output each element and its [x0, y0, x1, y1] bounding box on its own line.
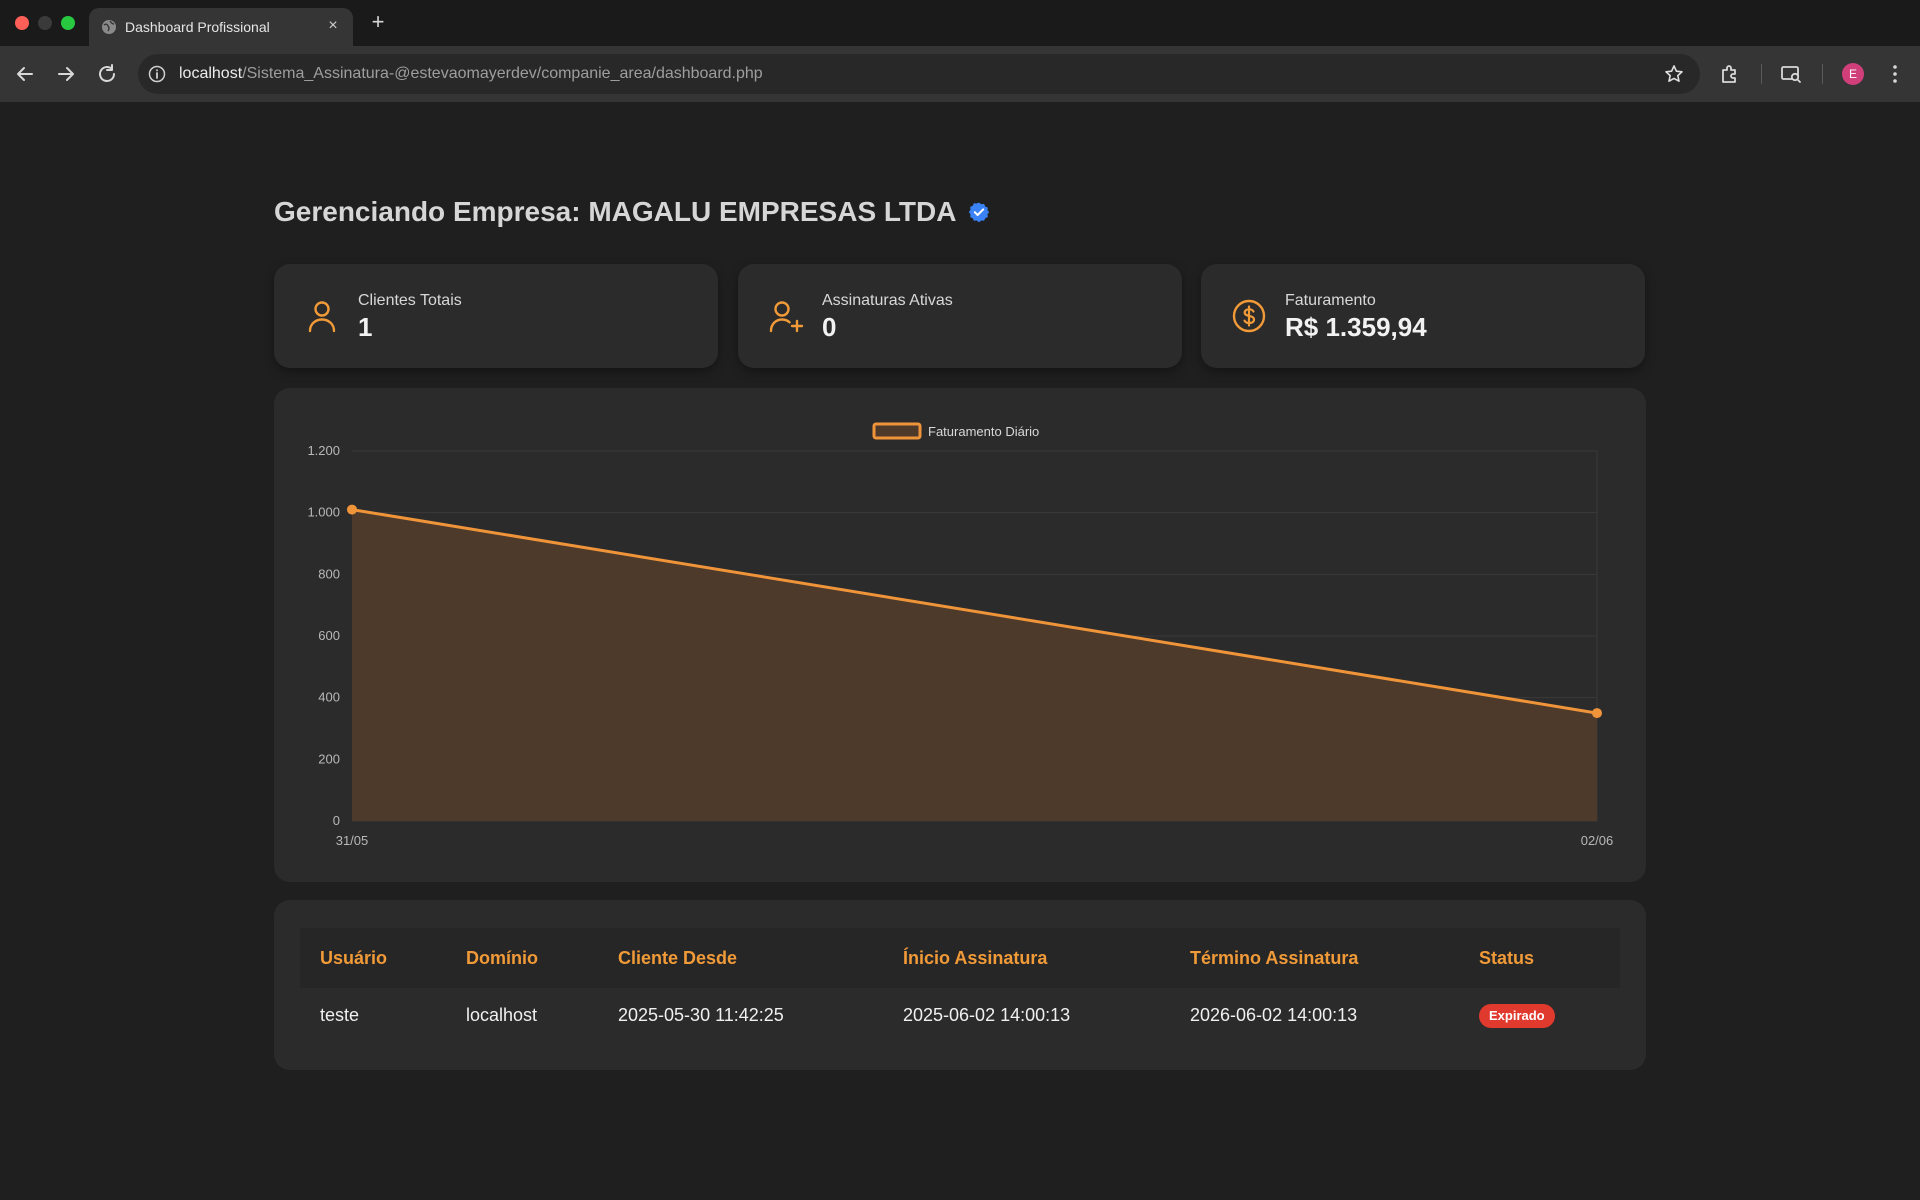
y-tick-label: 1.000: [307, 505, 340, 520]
extensions-puzzle-icon[interactable]: [1718, 62, 1742, 86]
subscriptions-table-card: Usuário Domínio Cliente Desde Ínicio Ass…: [274, 900, 1646, 1070]
revenue-chart: 0 200 400 600 800 1.000 1.200 31/05 02/06 Faturam…: [307, 422, 1614, 848]
tab-close-icon[interactable]: ×: [323, 16, 343, 36]
x-tick-label: 02/06: [1581, 833, 1614, 848]
bookmark-star-icon[interactable]: [1664, 64, 1684, 84]
column-header-status[interactable]: Status: [1479, 948, 1534, 969]
reload-icon[interactable]: [95, 62, 119, 86]
series-area: [352, 509, 1597, 821]
cell-dominio: localhost: [466, 1005, 538, 1025]
legend-label: Faturamento Diário: [928, 424, 1039, 439]
y-tick-label: 0: [333, 813, 340, 828]
toolbar-separator: [1822, 64, 1823, 84]
cell-usuario: teste: [320, 1005, 360, 1025]
more-menu-icon[interactable]: [1883, 62, 1907, 86]
tab-title: Dashboard Profissional: [125, 19, 270, 35]
column-header-usuario[interactable]: Usuário: [320, 948, 387, 969]
column-header-inicio-assinatura[interactable]: Ínicio Assinatura: [903, 948, 1047, 969]
address-bar[interactable]: localhost/Sistema_Assinatura-@estevaomay…: [138, 54, 1700, 94]
stat-card-faturamento: Faturamento R$ 1.359,94: [1201, 264, 1645, 368]
globe-icon: [102, 20, 116, 34]
window-minimize-button[interactable]: [38, 16, 52, 30]
cell-inicio-assinatura: 2025-06-02 14:00:13: [903, 1005, 1071, 1025]
verified-badge-icon: [969, 202, 990, 223]
browser-toolbar: localhost/Sistema_Assinatura-@estevaomay…: [0, 46, 1920, 102]
site-info-icon[interactable]: [148, 65, 166, 83]
stat-value: 1: [358, 312, 373, 342]
cell-cliente-desde: 2025-05-30 11:42:25: [618, 1005, 784, 1025]
y-tick-label: 1.200: [307, 443, 340, 458]
stat-label: Assinaturas Ativas: [822, 292, 953, 309]
window-maximize-button[interactable]: [61, 16, 75, 30]
stat-label: Faturamento: [1285, 292, 1376, 309]
y-tick-label: 400: [318, 690, 340, 705]
column-header-termino-assinatura[interactable]: Término Assinatura: [1190, 948, 1358, 969]
y-tick-label: 200: [318, 751, 340, 766]
window-close-button[interactable]: [15, 16, 29, 30]
stat-value: 0: [822, 312, 837, 342]
page-title: Gerenciando Empresa: MAGALU EMPRESAS LTD…: [274, 196, 990, 228]
url-host: localhost: [179, 65, 243, 82]
stat-value: R$ 1.359,94: [1285, 312, 1427, 342]
data-point: [347, 504, 357, 515]
x-tick-label: 31/05: [336, 833, 369, 848]
forward-arrow-icon[interactable]: [54, 62, 78, 86]
url-text[interactable]: localhost/Sistema_Assinatura-@estevaomay…: [179, 65, 763, 83]
back-arrow-icon[interactable]: [13, 62, 37, 86]
media-search-icon[interactable]: [1779, 62, 1803, 86]
stat-card-assinaturas: Assinaturas Ativas 0: [738, 264, 1182, 368]
stat-label: Clientes Totais: [358, 292, 462, 309]
dollar-circle-icon: [1232, 299, 1266, 333]
browser-tab-bar: Dashboard Profissional × +: [0, 0, 1920, 46]
revenue-chart-card: 0 200 400 600 800 1.000 1.200 31/05 02/06 Faturam…: [274, 388, 1646, 882]
legend-swatch: [872, 422, 922, 440]
column-header-cliente-desde[interactable]: Cliente Desde: [618, 948, 737, 969]
page-title-text: Gerenciando Empresa: MAGALU EMPRESAS LTD…: [274, 196, 957, 227]
column-header-dominio[interactable]: Domínio: [466, 948, 538, 969]
browser-tab[interactable]: Dashboard Profissional ×: [89, 8, 353, 46]
user-icon: [308, 301, 336, 333]
stat-card-clientes: Clientes Totais 1: [274, 264, 718, 368]
status-badge: Expirado: [1479, 1004, 1555, 1028]
y-tick-label: 800: [318, 566, 340, 581]
user-plus-icon: [769, 301, 804, 333]
profile-avatar[interactable]: E: [1842, 63, 1864, 85]
y-tick-label: 600: [318, 628, 340, 643]
toolbar-separator: [1761, 64, 1762, 84]
url-path: /Sistema_Assinatura-@estevaomayerdev/com…: [242, 65, 763, 82]
page-content: Gerenciando Empresa: MAGALU EMPRESAS LTD…: [0, 102, 1920, 1200]
data-point: [1592, 708, 1602, 719]
cell-termino-assinatura: 2026-06-02 14:00:13: [1190, 1005, 1358, 1025]
new-tab-button[interactable]: +: [366, 10, 390, 34]
